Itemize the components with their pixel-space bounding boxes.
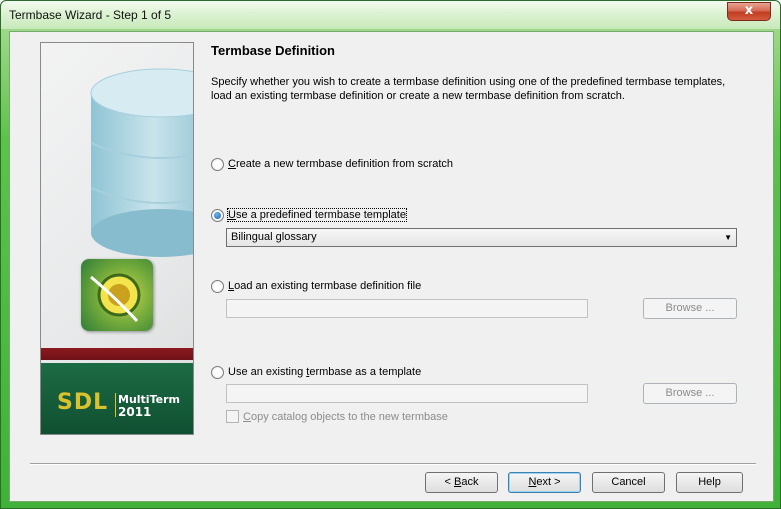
radio-use-existing-label: Use an existing termbase as a template <box>228 366 422 378</box>
sdl-logo: SDL <box>57 390 109 415</box>
copy-catalog-label: Copy catalog objects to the new termbase <box>243 410 448 423</box>
radio-use-template[interactable]: Use a predefined termbase template <box>211 207 407 223</box>
browse-termbase-button[interactable]: Browse ... <box>643 383 737 404</box>
definition-file-input[interactable] <box>226 299 588 318</box>
product-year: 2011 <box>118 405 152 419</box>
next-button[interactable]: Next > <box>508 472 581 493</box>
checkbox-icon[interactable] <box>226 410 239 423</box>
database-cylinder-icon <box>90 68 193 257</box>
radio-use-template-label: Use a predefined termbase template <box>227 208 407 222</box>
copy-catalog-checkbox[interactable]: Copy catalog objects to the new termbase <box>226 410 448 423</box>
wizard-client-area: SDL MultiTerm 2011 Termbase Definition S… <box>9 31 774 502</box>
title-bar[interactable]: Termbase Wizard - Step 1 of 5 x <box>1 1 780 29</box>
help-button[interactable]: Help <box>676 472 743 493</box>
wizard-banner: SDL MultiTerm 2011 <box>40 42 194 435</box>
radio-icon[interactable] <box>211 279 224 293</box>
existing-termbase-input[interactable] <box>226 384 588 403</box>
radio-load-file[interactable]: Load an existing termbase definition fil… <box>211 278 421 294</box>
radio-create-new[interactable]: Create a new termbase definition from sc… <box>211 156 453 172</box>
close-button[interactable]: x <box>727 2 771 21</box>
radio-icon[interactable] <box>211 365 224 379</box>
template-dropdown[interactable]: Bilingual glossary ▼ <box>226 228 737 247</box>
window-frame: Termbase Wizard - Step 1 of 5 x SDL Mult… <box>0 0 781 509</box>
dropdown-arrow-icon[interactable]: ▼ <box>724 229 732 246</box>
page-title: Termbase Definition <box>211 43 336 58</box>
radio-icon[interactable] <box>211 157 224 171</box>
radio-icon[interactable] <box>211 208 224 222</box>
back-button[interactable]: < Back <box>425 472 498 493</box>
radio-use-existing[interactable]: Use an existing termbase as a template <box>211 364 421 380</box>
multiterm-logo-icon <box>81 259 153 331</box>
page-description: Specify whether you wish to create a ter… <box>211 76 726 102</box>
browse-definition-button[interactable]: Browse ... <box>643 298 737 319</box>
close-icon: x <box>744 3 754 18</box>
radio-load-file-label: Load an existing termbase definition fil… <box>228 280 422 292</box>
banner-red-band <box>41 348 193 360</box>
cancel-button[interactable]: Cancel <box>592 472 665 493</box>
logo-divider <box>115 393 116 417</box>
template-dropdown-value: Bilingual glossary <box>231 231 317 243</box>
radio-create-new-label: Create a new termbase definition from sc… <box>228 158 453 170</box>
footer-separator <box>30 463 756 465</box>
window-title: Termbase Wizard - Step 1 of 5 <box>9 8 172 22</box>
